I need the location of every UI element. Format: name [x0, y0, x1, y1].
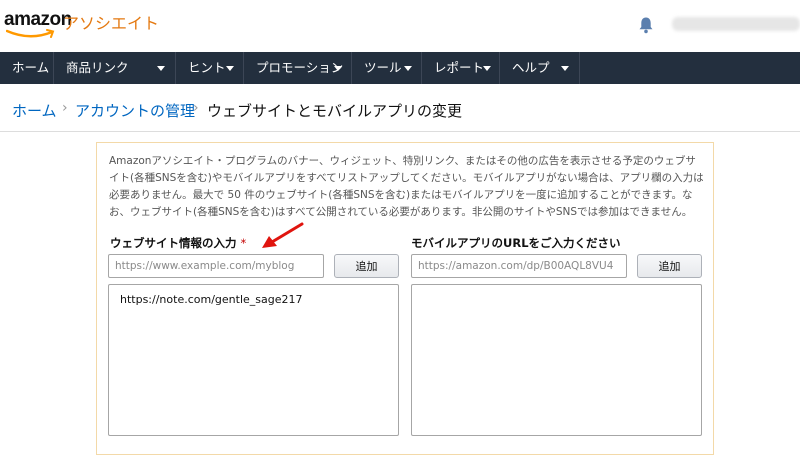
app-label-text: モバイルアプリのURLをご入力ください — [411, 236, 621, 250]
nav-item-reports[interactable]: レポート — [422, 52, 500, 84]
pointer-arrow-icon — [262, 222, 304, 248]
account-name-redacted[interactable] — [672, 17, 800, 31]
app-list[interactable] — [411, 284, 702, 436]
nav-item-label: ヒント — [188, 60, 226, 75]
nav-item-hints[interactable]: ヒント — [176, 52, 244, 84]
caret-down-icon — [226, 66, 234, 71]
caret-down-icon — [334, 66, 342, 71]
website-url-input[interactable] — [108, 254, 324, 278]
nav-item-label: 商品リンク — [66, 60, 129, 75]
app-field-label: モバイルアプリのURLをご入力ください — [411, 235, 621, 251]
top-header: amazon アソシエイト — [0, 0, 800, 52]
breadcrumb-separator: › — [193, 100, 199, 116]
breadcrumb-separator: › — [62, 100, 68, 116]
logo-smile-icon — [6, 29, 55, 38]
nav-item-label: ヘルプ — [512, 60, 550, 75]
website-field-label: ウェブサイト情報の入力 * — [110, 235, 246, 251]
page-title: ウェブサイトとモバイルアプリの変更 — [207, 102, 463, 120]
breadcrumb-home-link[interactable]: ホーム — [12, 100, 57, 121]
caret-down-icon — [404, 66, 412, 71]
intro-text: Amazonアソシエイト・プログラムのバナー、ウィジェット、特別リンク、またはそ… — [109, 155, 704, 218]
nav-item-product-links[interactable]: 商品リンク — [54, 52, 176, 84]
nav-item-label: ツール — [364, 60, 402, 75]
nav-item-promotions[interactable]: プロモーション — [244, 52, 352, 84]
caret-down-icon — [157, 66, 165, 71]
logo-word: amazon — [4, 9, 72, 30]
caret-down-icon — [561, 66, 569, 71]
websites-apps-panel: Amazonアソシエイト・プログラムのバナー、ウィジェット、特別リンク、またはそ… — [96, 142, 714, 455]
logo-subtitle: アソシエイト — [63, 14, 160, 33]
list-item[interactable]: https://note.com/gentle_sage217 — [120, 293, 302, 306]
add-website-button[interactable]: 追加 — [334, 254, 399, 278]
required-marker: * — [240, 236, 247, 250]
website-list[interactable]: https://note.com/gentle_sage217 — [108, 284, 399, 436]
nav-item-label: プロモーション — [256, 60, 344, 75]
nav-item-help[interactable]: ヘルプ — [500, 52, 580, 84]
nav-item-home[interactable]: ホーム — [0, 52, 54, 84]
main-nav: ホーム 商品リンク ヒント プロモーション ツール レポート ヘルプ — [0, 52, 800, 84]
caret-down-icon — [483, 66, 491, 71]
nav-item-label: ホーム — [12, 60, 50, 75]
nav-item-label: レポート — [434, 60, 485, 75]
breadcrumb: ホーム › アカウントの管理 › ウェブサイトとモバイルアプリの変更 — [0, 84, 800, 132]
breadcrumb-account-link[interactable]: アカウントの管理 — [75, 100, 195, 121]
nav-item-tools[interactable]: ツール — [352, 52, 422, 84]
bell-icon[interactable] — [638, 16, 654, 34]
add-app-button[interactable]: 追加 — [637, 254, 702, 278]
app-url-input[interactable] — [411, 254, 627, 278]
website-label-text: ウェブサイト情報の入力 — [110, 236, 237, 250]
